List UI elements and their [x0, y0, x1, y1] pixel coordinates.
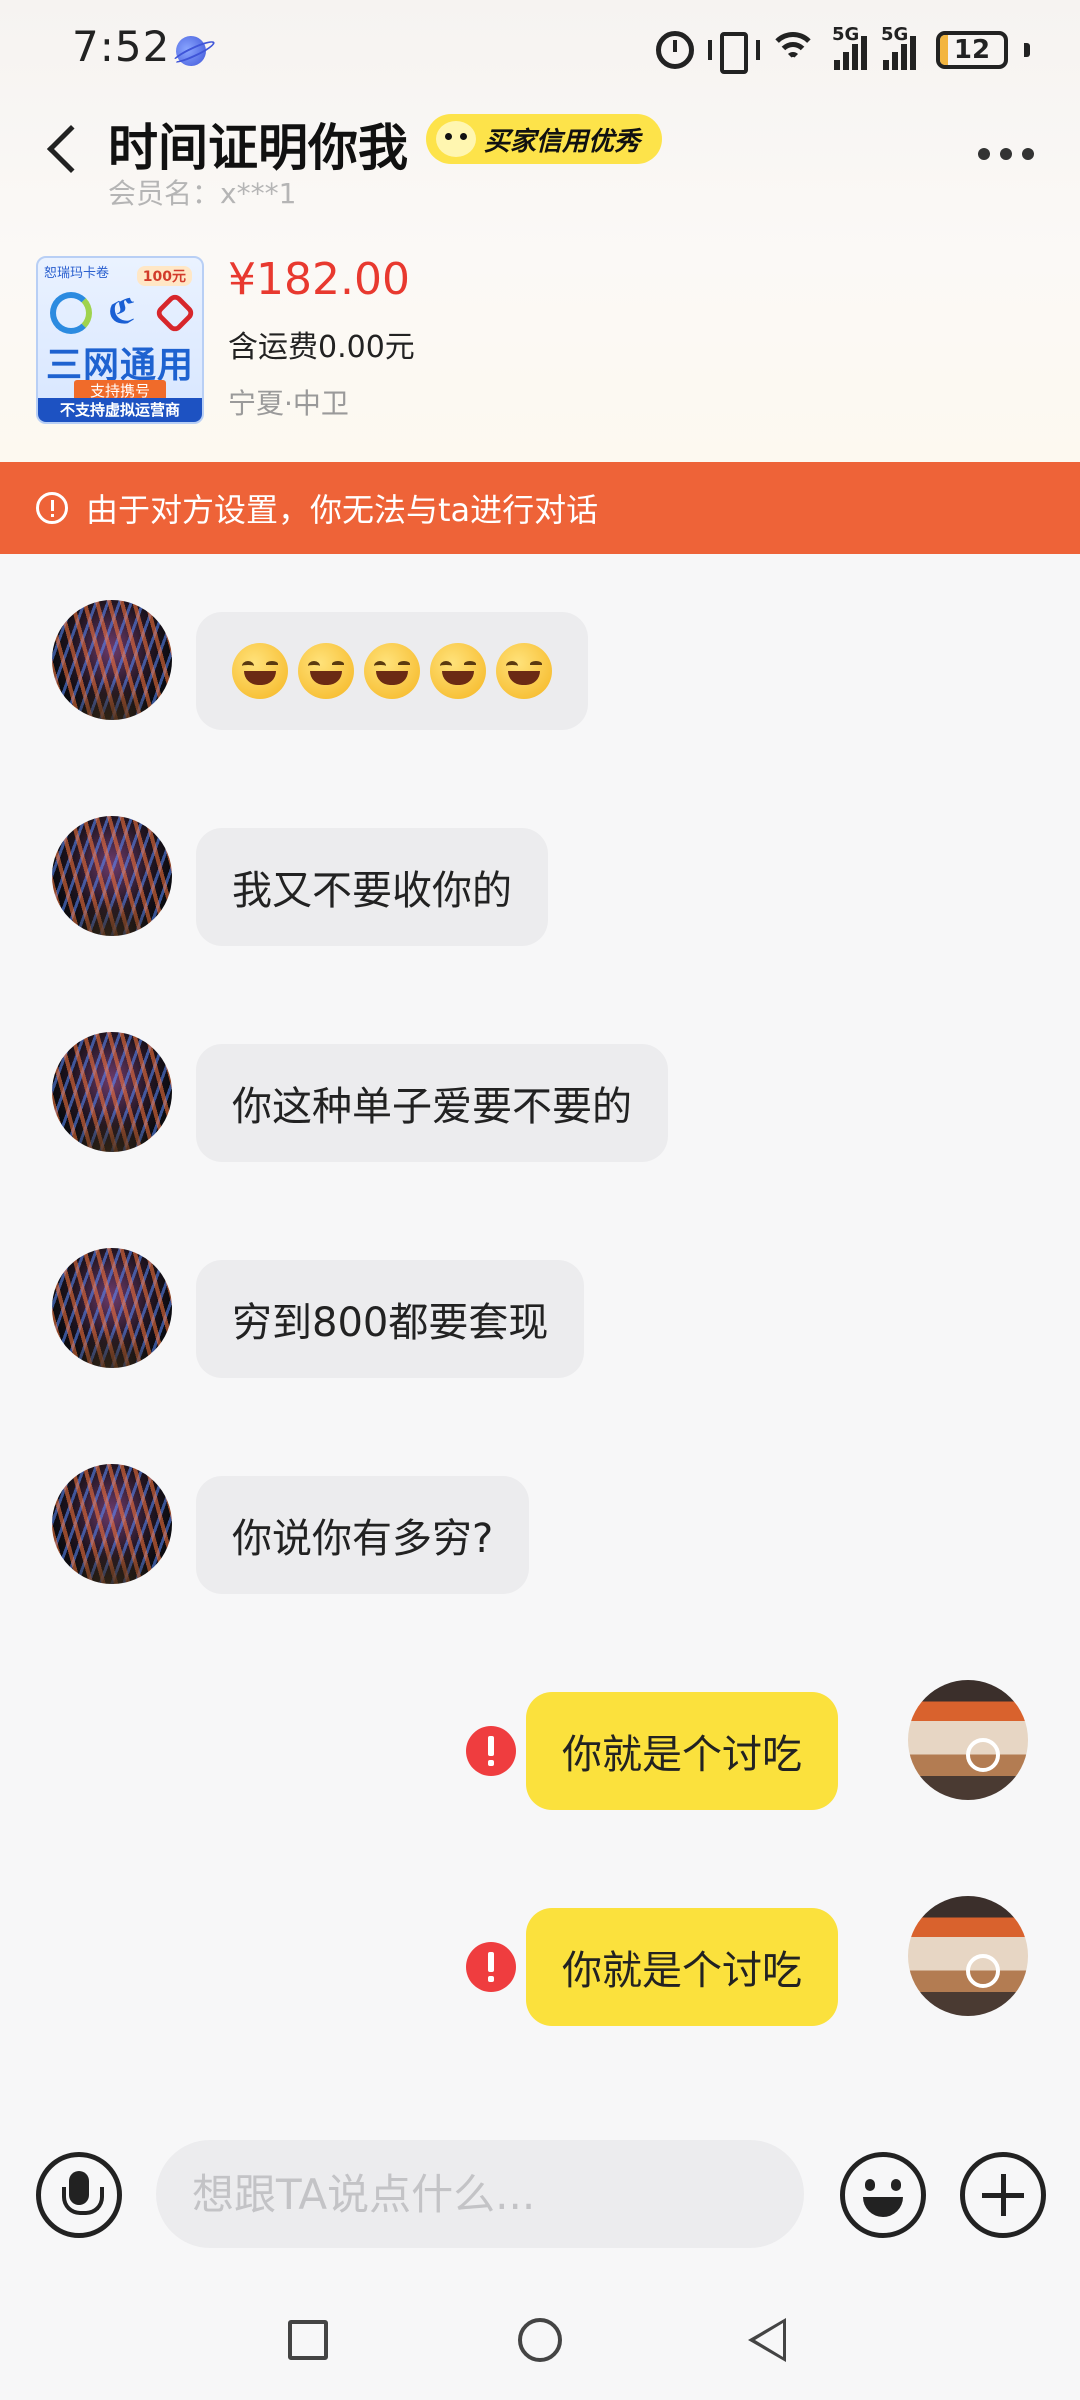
grinning-sweat-emoji-icon [430, 643, 486, 699]
microphone-icon[interactable] [36, 2152, 122, 2238]
grinning-sweat-emoji-icon [496, 643, 552, 699]
warning-bar: 由于对方设置，你无法与ta进行对话 [0, 462, 1080, 554]
product-thumbnail[interactable]: 恕瑞玛卡卷 100元 ℭ 三网通用 支持携号 不支持虚拟运营商 [36, 256, 204, 424]
signal-1-label: 5G [832, 24, 860, 45]
message-input[interactable] [156, 2140, 804, 2248]
message-bubble[interactable]: 穷到800都要套现 [196, 1260, 585, 1378]
product-thumb-bottom: 不支持虚拟运营商 [38, 398, 202, 422]
grinning-sweat-emoji-icon [364, 643, 420, 699]
message-bubble[interactable] [196, 612, 588, 730]
contact-avatar[interactable] [52, 1248, 172, 1368]
unicom-logo-icon [153, 291, 197, 335]
own-avatar[interactable] [908, 1680, 1028, 1800]
status-time: 7:52 [72, 22, 171, 71]
send-failed-icon[interactable] [466, 1726, 516, 1776]
own-avatar[interactable] [908, 1896, 1028, 2016]
message-bubble[interactable]: 我又不要收你的 [196, 828, 548, 946]
badge-face-icon [436, 121, 476, 157]
battery-icon: 12 [936, 31, 1008, 69]
battery-tip [1024, 43, 1030, 57]
home-icon[interactable] [518, 2318, 562, 2362]
own-message-bubble[interactable]: 你就是个讨吃 [526, 1908, 838, 2026]
signal-1-icon: 5G [832, 24, 867, 70]
telecom-logo-icon: ℭ [108, 292, 136, 332]
emoji-icon[interactable] [840, 2152, 926, 2238]
contact-avatar[interactable] [52, 600, 172, 720]
wifi-icon [768, 30, 818, 70]
send-failed-icon[interactable] [466, 1942, 516, 1992]
chat-title: 时间证明你我 [108, 119, 408, 177]
warning-text: 由于对方设置，你无法与ta进行对话 [86, 491, 599, 529]
warning-icon [36, 492, 68, 524]
product-location: 宁夏·中卫 [228, 387, 349, 420]
message-bubble[interactable]: 你这种单子爱要不要的 [196, 1044, 668, 1162]
status-bar: 7:52 5G 5G 12 [0, 0, 1080, 100]
badge-text: 买家信用优秀 [484, 126, 641, 157]
own-message-bubble[interactable]: 你就是个讨吃 [526, 1692, 838, 1810]
recent-apps-icon[interactable] [288, 2320, 328, 2360]
credit-badge[interactable]: 买家信用优秀 [426, 114, 663, 164]
signal-2-icon: 5G [881, 24, 916, 70]
battery-fill [940, 35, 948, 65]
nav-back-icon[interactable] [748, 2318, 788, 2362]
product-shipping: 含运费0.00元 [228, 330, 415, 365]
status-icons: 5G 5G 12 [656, 24, 1030, 74]
planet-icon [171, 31, 211, 71]
plus-icon[interactable] [960, 2152, 1046, 2238]
carrier-logo-icon [50, 292, 92, 334]
grinning-sweat-emoji-icon [232, 643, 288, 699]
more-icon[interactable] [978, 148, 1034, 160]
vibrate-icon [708, 30, 760, 74]
alarm-icon [656, 31, 694, 69]
product-thumb-top: 恕瑞玛卡卷 [44, 266, 110, 281]
contact-avatar[interactable] [52, 1464, 172, 1584]
product-thumb-badge: 100元 [136, 266, 192, 286]
member-name: 会员名：x***1 [108, 177, 297, 210]
product-price: ¥182.00 [228, 254, 410, 305]
grinning-sweat-emoji-icon [298, 643, 354, 699]
contact-avatar[interactable] [52, 1032, 172, 1152]
battery-level: 12 [953, 35, 991, 65]
message-bubble[interactable]: 你说你有多穷? [196, 1476, 530, 1594]
signal-2-label: 5G [881, 24, 909, 45]
contact-avatar[interactable] [52, 816, 172, 936]
